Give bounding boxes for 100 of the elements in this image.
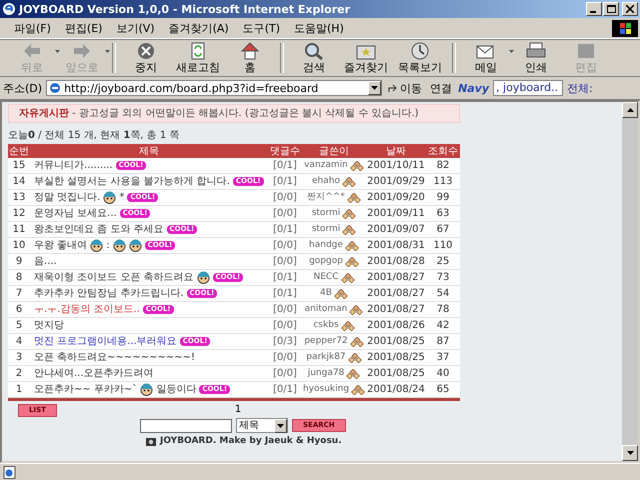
forward-arrow-icon: [72, 42, 92, 60]
window-title: JOYBOARD Version 1,0,0 - Microsoft Internet Explorer: [19, 2, 352, 16]
author-name[interactable]: hyosuking: [302, 383, 350, 396]
post-number: 3: [14, 351, 24, 364]
maximize-button[interactable]: [603, 2, 619, 16]
post-title-link[interactable]: 멋지당: [34, 319, 64, 332]
close-button[interactable]: [622, 2, 638, 16]
author-name[interactable]: parkjk87: [306, 351, 346, 364]
menu-item[interactable]: 파일(F): [14, 20, 51, 36]
author-name[interactable]: cskbs: [313, 319, 339, 332]
comment-count: [0/3]: [272, 335, 298, 348]
address-field[interactable]: http://joyboard.com/board.php3?id=freeboard: [46, 80, 382, 96]
post-title-link[interactable]: 안냐세여...오픈추카드려여: [34, 367, 154, 380]
author-name[interactable]: junga78: [308, 367, 344, 380]
scroll-up-icon[interactable]: [622, 102, 638, 118]
post-number: 14: [12, 175, 26, 188]
post-title-link[interactable]: *: [119, 191, 124, 204]
post-title-link[interactable]: 오픈 축하드려요~~~~~~~~~~!: [34, 351, 195, 364]
column-header: 순번: [8, 144, 30, 158]
page-number[interactable]: 1: [234, 404, 242, 416]
toolbar-button[interactable]: 검색: [290, 42, 338, 74]
author-name[interactable]: 4B: [320, 287, 332, 300]
menu-item[interactable]: 도움말(H): [294, 20, 344, 36]
menu-item[interactable]: 편집(E): [64, 20, 102, 36]
search-scope-option[interactable]: 전체:: [567, 80, 593, 96]
author-name[interactable]: pepper72: [304, 335, 348, 348]
go-button[interactable]: 이동: [386, 80, 424, 96]
page-icon: [49, 82, 62, 94]
post-date: 2001/08/24: [366, 383, 426, 396]
minimize-button[interactable]: [586, 2, 602, 16]
post-date: 2001/09/29: [366, 175, 426, 188]
post-date: 2001/10/11: [366, 159, 426, 172]
maximize-icon: [606, 4, 616, 14]
comment-count: [0/1]: [272, 175, 298, 188]
post-title-link[interactable]: 정말 멋집니다.: [34, 191, 100, 204]
menu-item[interactable]: 보기(V): [116, 20, 155, 36]
post-title-link[interactable]: 왕초보인데요 좀 도와 주세요: [34, 223, 164, 236]
toolbar-button[interactable]: 인쇄: [512, 42, 560, 74]
post-date: 2001/08/25: [366, 351, 426, 364]
close-icon: [626, 5, 634, 13]
member-level-icon: [349, 304, 364, 314]
edit-icon: [576, 42, 596, 60]
view-count: 42: [436, 319, 450, 332]
emoticon-icon: [112, 239, 126, 252]
author-name[interactable]: stormi: [312, 207, 340, 220]
toolbar-button[interactable]: 목록보기: [394, 42, 446, 74]
menu-item[interactable]: 도구(T): [242, 20, 280, 36]
comment-count: [0/0]: [272, 191, 298, 204]
post-number: 6: [14, 303, 24, 316]
post-title-link[interactable]: 추카추카 안팀장님 추카드립니다.: [34, 287, 184, 300]
toolbar-button[interactable]: 메일: [462, 42, 510, 74]
post-title-link[interactable]: 일등이다: [156, 383, 196, 396]
author-name[interactable]: handge: [309, 239, 343, 252]
post-number: 2: [14, 367, 24, 380]
member-level-icon: [344, 240, 359, 250]
emoticon-icon: [90, 239, 104, 252]
post-title-link[interactable]: 운영자님 보세요...: [34, 207, 117, 220]
view-count: 63: [436, 207, 450, 220]
address-label: 주소(D): [3, 80, 42, 96]
post-number: 4: [14, 335, 24, 348]
post-date: 2001/09/07: [366, 223, 426, 236]
toolbar-search-field[interactable]: , joyboard..: [493, 80, 564, 96]
search-input[interactable]: [140, 418, 232, 432]
author-name[interactable]: stormi: [312, 223, 340, 236]
author-name[interactable]: gopgop: [309, 255, 343, 268]
scroll-down-icon[interactable]: [622, 445, 638, 461]
author-name[interactable]: anitoman: [304, 303, 348, 316]
post-date: 2001/09/11: [366, 207, 426, 220]
author-name[interactable]: NECC: [314, 271, 338, 284]
post-title-link[interactable]: 우왕 좋내여: [34, 239, 88, 252]
comment-count: [0/0]: [272, 255, 298, 268]
post-title-link[interactable]: :: [106, 239, 110, 252]
member-level-icon: [346, 192, 361, 202]
vertical-scrollbar[interactable]: [622, 102, 638, 461]
toolbar-button[interactable]: 홈: [226, 42, 274, 74]
toolbar-button[interactable]: 중지: [122, 42, 170, 74]
toolbar-button[interactable]: 새로고침: [172, 42, 224, 74]
notice-banner: 자유게시판 - 광고성글 외의 어떤말이든 해봅시다. (광고성글은 불시 삭제될 수 있습니다.): [8, 104, 460, 123]
post-date: 2001/08/26: [366, 319, 426, 332]
column-header: 댓글수: [269, 144, 301, 158]
search-field-select[interactable]: 제목: [236, 418, 288, 433]
footer-credit: JOYBOARD. Make by Jaeuk & Hyosu.: [160, 436, 342, 447]
post-title-link[interactable]: 재욱이형 조이보드 오픈 축하드려요: [34, 271, 194, 284]
links-button[interactable]: 연결: [428, 80, 454, 96]
view-count: 73: [436, 271, 450, 284]
comment-count: [0/1]: [272, 223, 298, 236]
author-name[interactable]: 짠지^^*: [307, 191, 345, 204]
post-title-link[interactable]: 음....: [34, 255, 57, 268]
post-title-link[interactable]: ㅜ.ㅜ.감동의 조이보드..: [34, 303, 140, 316]
emoticon-icon: [196, 271, 210, 284]
member-level-icon: [334, 288, 348, 298]
post-title-link[interactable]: 부실한 설명서는 사용을 불가능하게 합니다.: [34, 175, 230, 188]
post-title-link[interactable]: 오픈추카~~ 푸카카~`: [34, 383, 138, 396]
author-name[interactable]: ehaho: [312, 175, 340, 188]
post-date: 2001/08/27: [366, 287, 426, 300]
author-name[interactable]: vanzamin: [304, 159, 348, 172]
post-title-link[interactable]: 커뮤니티가.........: [34, 159, 113, 172]
menu-item[interactable]: 즐겨찾기(A): [168, 20, 229, 36]
toolbar-button[interactable]: 즐겨찾기: [340, 42, 392, 74]
post-title-link[interactable]: 멋진 프로그램이네용...부러워요: [34, 335, 177, 348]
